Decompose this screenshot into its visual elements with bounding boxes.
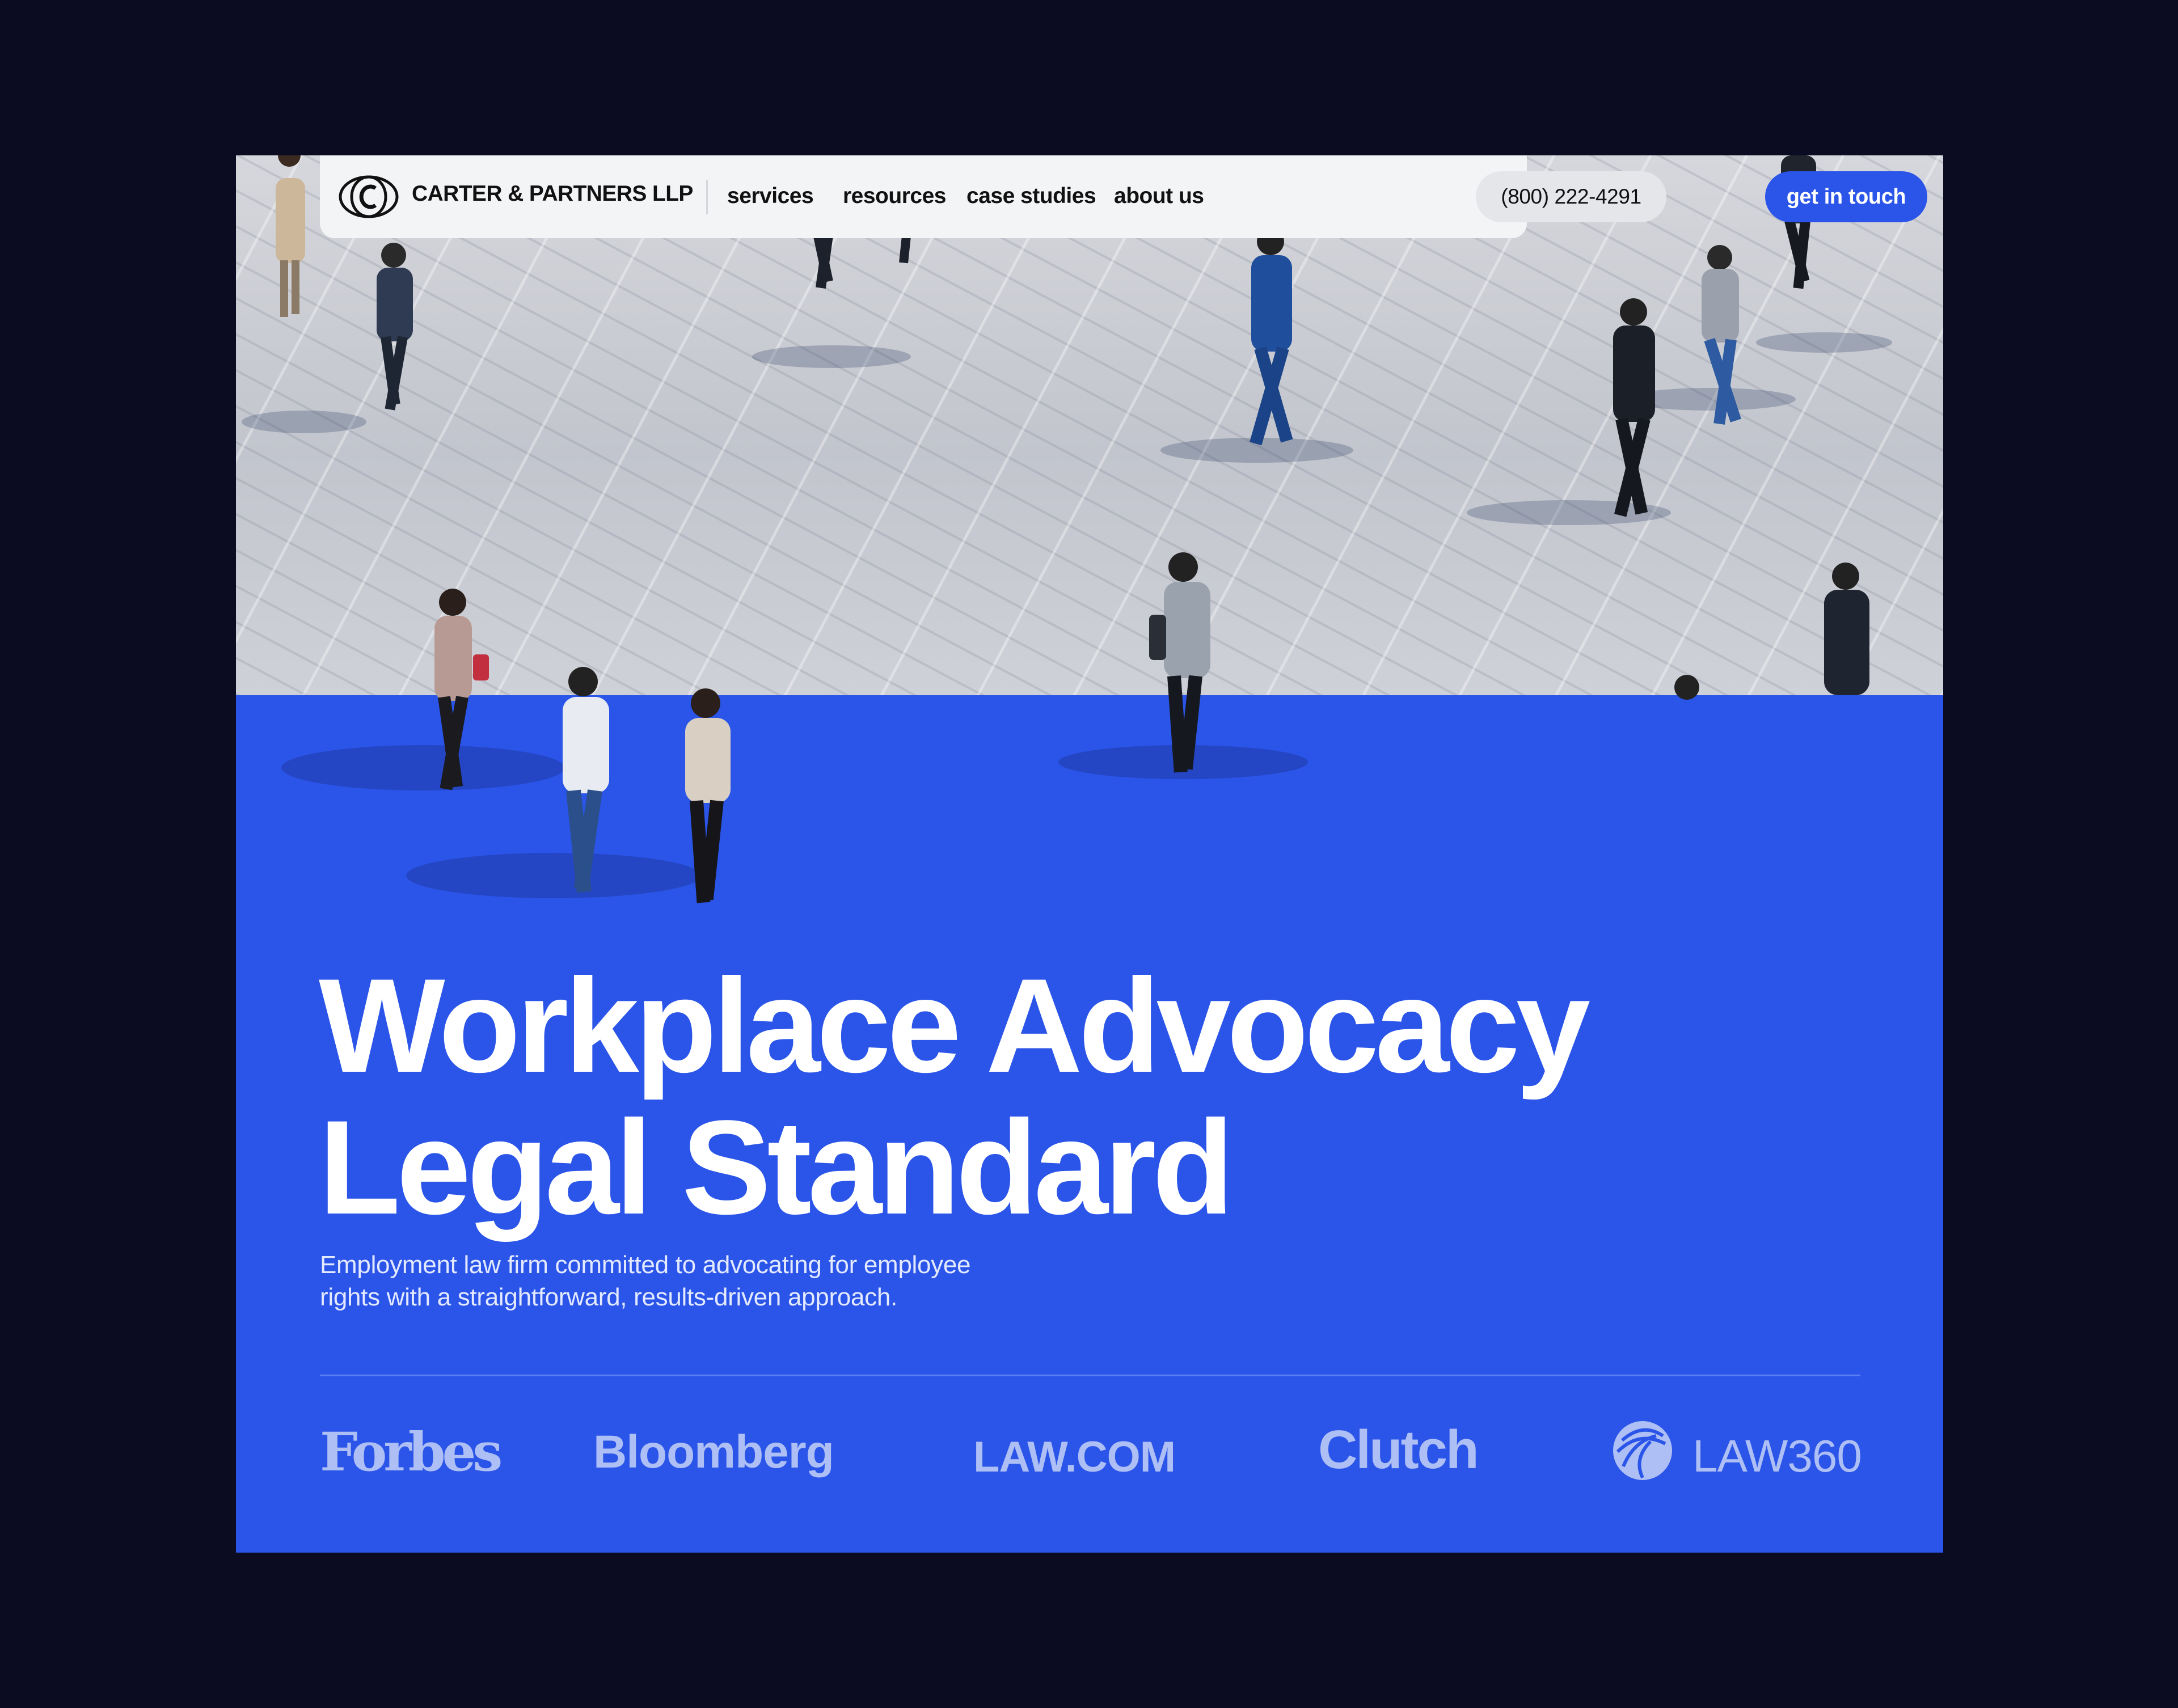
nav-link-resources[interactable]: resources: [843, 184, 946, 209]
headline-line-2: Legal Standard: [319, 1093, 1234, 1242]
phone-button[interactable]: (800) 222-4291: [1476, 171, 1666, 222]
top-navigation: CARTER & PARTNERS LLP services resources…: [320, 155, 1927, 238]
nav-divider: [706, 180, 708, 214]
circle-c-logo-icon[interactable]: [338, 175, 399, 219]
press-logo-lawcom: LAW.COM: [973, 1433, 1176, 1481]
subtitle-line-1: Employment law firm committed to advocat…: [320, 1251, 971, 1279]
pedestrians-illustration: [242, 155, 1892, 903]
subtitle-line-2: rights with a straightforward, results-d…: [320, 1283, 897, 1311]
headline-line-1: Workplace Advocacy: [319, 951, 1590, 1101]
press-logo-forbes: Forbes: [320, 1421, 503, 1483]
nav-link-services[interactable]: services: [727, 184, 814, 209]
hero-section: CARTER & PARTNERS LLP services resources…: [236, 155, 1943, 1553]
press-logo-law360: LAW360: [1692, 1431, 1862, 1481]
press-logo-clutch: Clutch: [1318, 1419, 1479, 1480]
brand-name[interactable]: CARTER & PARTNERS LLP: [412, 181, 693, 206]
nav-link-about-us[interactable]: about us: [1114, 184, 1204, 209]
nav-link-case-studies[interactable]: case studies: [966, 184, 1096, 209]
press-logo-bloomberg: Bloomberg: [593, 1426, 834, 1478]
section-divider: [320, 1375, 1860, 1376]
hero-subtitle: Employment law firm committed to advocat…: [320, 1249, 1057, 1313]
law360-globe-icon: [1613, 1421, 1672, 1480]
page-title: Workplace Advocacy Legal Standard: [319, 955, 1680, 1238]
get-in-touch-button[interactable]: get in touch: [1765, 171, 1927, 222]
